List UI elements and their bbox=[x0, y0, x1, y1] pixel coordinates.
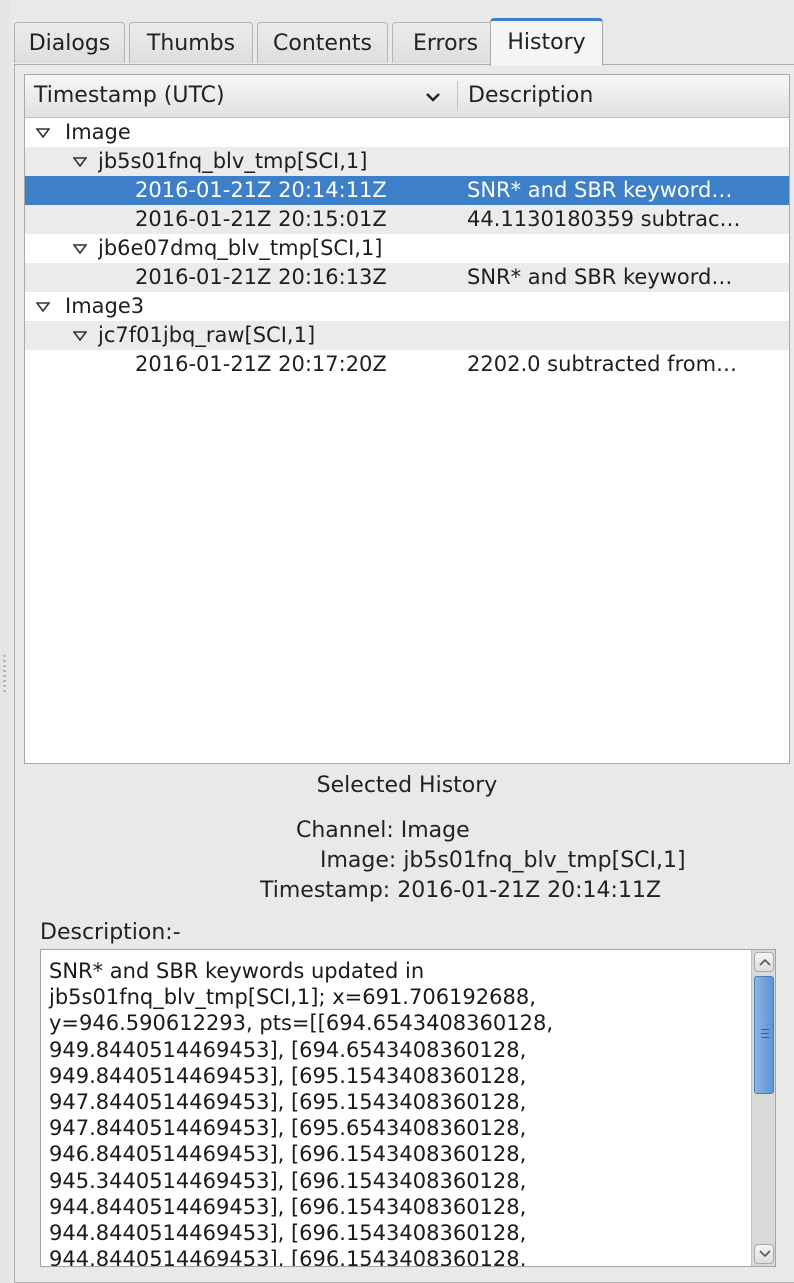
timestamp-info-label: Timestamp: bbox=[260, 878, 391, 903]
channel-label: Image3 bbox=[65, 294, 145, 318]
entry-description: SNR* and SBR keyword… bbox=[467, 178, 733, 202]
panel-splitter[interactable] bbox=[0, 0, 9, 1283]
tree-row-entry-selected[interactable]: 2016-01-21Z 20:14:11Z SNR* and SBR keywo… bbox=[25, 176, 789, 205]
description-text[interactable]: SNR* and SBR keywords updated in jb5s01f… bbox=[49, 958, 739, 1266]
column-header-timestamp[interactable]: Timestamp (UTC) bbox=[34, 75, 225, 117]
channel-info-value: Image bbox=[400, 818, 470, 843]
tab-errors[interactable]: Errors bbox=[392, 22, 499, 63]
image-label: jc7f01jbq_raw[SCI,1] bbox=[98, 323, 316, 347]
tree-row-entry[interactable]: 2016-01-21Z 20:15:01Z 44.1130180359 subt… bbox=[25, 205, 789, 234]
scroll-grip bbox=[761, 1029, 769, 1039]
timestamp-info-value: 2016-01-21Z 20:14:11Z bbox=[397, 878, 662, 903]
image-info-value: jb5s01fnq_blv_tmp[SCI,1] bbox=[403, 848, 686, 873]
tab-contents[interactable]: Contents bbox=[257, 22, 388, 63]
tree-row-channel[interactable]: Image3 bbox=[25, 292, 789, 321]
channel-info: Channel: Image bbox=[296, 818, 470, 844]
tree-row-entry[interactable]: 2016-01-21Z 20:17:20Z 2202.0 subtracted … bbox=[25, 350, 789, 379]
tree-row-image[interactable]: jb5s01fnq_blv_tmp[SCI,1] bbox=[25, 147, 789, 176]
tree-row-image[interactable]: jb6e07dmq_blv_tmp[SCI,1] bbox=[25, 234, 789, 263]
entry-description: 44.1130180359 subtrac… bbox=[467, 207, 741, 231]
description-scrollbar[interactable] bbox=[751, 950, 775, 1266]
channel-label: Image bbox=[65, 120, 131, 144]
tree-header: Timestamp (UTC) Description bbox=[25, 75, 789, 118]
chevron-down-icon[interactable] bbox=[425, 91, 441, 103]
timestamp-info: Timestamp: 2016-01-21Z 20:14:11Z bbox=[260, 878, 661, 904]
tree-row-image[interactable]: jc7f01jbq_raw[SCI,1] bbox=[25, 321, 789, 350]
entry-description: SNR* and SBR keyword… bbox=[467, 265, 733, 289]
tab-bar: Dialogs Thumbs Contents Errors History bbox=[14, 18, 794, 66]
entry-description: 2202.0 subtracted from… bbox=[467, 352, 738, 376]
history-tree[interactable]: Timestamp (UTC) Description Image jb5s01… bbox=[24, 74, 790, 764]
entry-timestamp: 2016-01-21Z 20:14:11Z bbox=[135, 178, 387, 202]
expand-triangle-icon[interactable] bbox=[73, 157, 87, 167]
tab-history[interactable]: History bbox=[490, 18, 603, 66]
tree-row-entry[interactable]: 2016-01-21Z 20:16:13Z SNR* and SBR keywo… bbox=[25, 263, 789, 292]
column-header-description[interactable]: Description bbox=[468, 75, 593, 117]
scroll-thumb[interactable] bbox=[754, 976, 774, 1094]
expand-triangle-icon[interactable] bbox=[73, 244, 87, 254]
expand-triangle-icon[interactable] bbox=[73, 331, 87, 341]
entry-timestamp: 2016-01-21Z 20:15:01Z bbox=[135, 207, 387, 231]
splitter-grip[interactable] bbox=[3, 655, 6, 695]
entry-timestamp: 2016-01-21Z 20:17:20Z bbox=[135, 352, 387, 376]
image-info: Image: jb5s01fnq_blv_tmp[SCI,1] bbox=[320, 848, 686, 874]
selected-history-heading: Selected History bbox=[316, 773, 498, 798]
channel-info-label: Channel: bbox=[296, 818, 394, 843]
tree-row-channel[interactable]: Image bbox=[25, 118, 789, 147]
column-separator[interactable] bbox=[457, 81, 458, 111]
expand-triangle-icon[interactable] bbox=[36, 302, 50, 312]
description-textarea[interactable]: SNR* and SBR keywords updated in jb5s01f… bbox=[40, 949, 776, 1267]
image-label: jb5s01fnq_blv_tmp[SCI,1] bbox=[98, 149, 368, 173]
description-label: Description:- bbox=[40, 920, 181, 945]
image-info-label: Image: bbox=[320, 848, 397, 873]
image-label: jb6e07dmq_blv_tmp[SCI,1] bbox=[98, 236, 383, 260]
scroll-up-button[interactable] bbox=[754, 952, 774, 972]
tab-thumbs[interactable]: Thumbs bbox=[129, 22, 253, 63]
tab-dialogs[interactable]: Dialogs bbox=[14, 22, 125, 63]
entry-timestamp: 2016-01-21Z 20:16:13Z bbox=[135, 265, 387, 289]
scroll-down-button[interactable] bbox=[754, 1244, 774, 1264]
chevron-down-icon bbox=[759, 1250, 771, 1258]
chevron-up-icon bbox=[759, 958, 771, 966]
expand-triangle-icon[interactable] bbox=[36, 128, 50, 138]
